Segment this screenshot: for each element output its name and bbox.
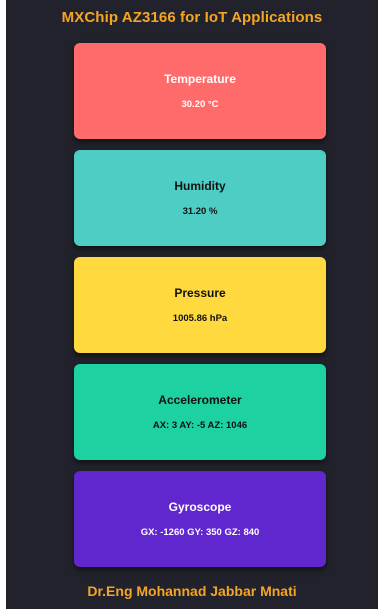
- pressure-label: Pressure: [174, 286, 226, 300]
- page-title: MXChip AZ3166 for IoT Applications: [61, 9, 323, 26]
- gyroscope-card: Gyroscope GX: -1260 GY: 350 GZ: 840: [74, 471, 326, 567]
- pressure-card: Pressure 1005.86 hPa: [74, 257, 326, 353]
- temperature-label: Temperature: [164, 72, 236, 86]
- accelerometer-value: AX: 3 AY: -5 AZ: 1046: [152, 420, 248, 431]
- accelerometer-card: Accelerometer AX: 3 AY: -5 AZ: 1046: [74, 364, 326, 460]
- temperature-value: 30.20 °C: [181, 99, 219, 110]
- humidity-label: Humidity: [174, 179, 226, 193]
- author-credit: Dr.Eng Mohannad Jabbar Mnati: [87, 583, 297, 599]
- pressure-value: 1005.86 hPa: [172, 313, 228, 324]
- temperature-card: Temperature 30.20 °C: [74, 43, 326, 139]
- gyroscope-value: GX: -1260 GY: 350 GZ: 840: [140, 527, 260, 538]
- gyroscope-label: Gyroscope: [168, 500, 232, 514]
- accelerometer-label: Accelerometer: [158, 393, 242, 407]
- humidity-value: 31.20 %: [182, 206, 218, 217]
- app-frame: MXChip AZ3166 for IoT Applications Tempe…: [6, 0, 378, 609]
- humidity-card: Humidity 31.20 %: [74, 150, 326, 246]
